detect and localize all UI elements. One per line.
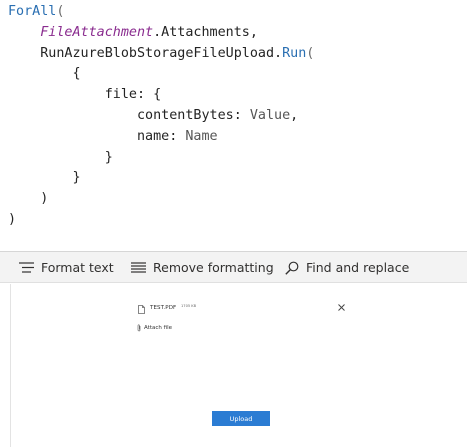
formula-editor[interactable]: ForAll( FileAttachment.Attachments, RunA…: [0, 0, 467, 252]
file-size: 1705 KB: [181, 304, 197, 308]
find-replace-button[interactable]: Find and replace: [285, 259, 409, 276]
code-token: {: [8, 66, 81, 82]
code-token: FileAttachment: [40, 24, 154, 40]
attach-file-label: Attach file: [144, 324, 172, 331]
code-token: (: [56, 4, 65, 19]
code-token: ): [8, 211, 17, 227]
format-text-icon: [19, 262, 34, 273]
code-token: ): [8, 191, 49, 207]
code-token: ,: [290, 107, 299, 123]
format-text-label: Format text: [41, 260, 114, 275]
formula-code[interactable]: ForAll( FileAttachment.Attachments, RunA…: [8, 2, 314, 231]
code-token: (: [306, 45, 315, 61]
code-token: }: [8, 170, 81, 186]
code-token: .: [274, 45, 283, 61]
find-replace-label: Find and replace: [306, 260, 410, 275]
close-icon[interactable]: [338, 304, 345, 311]
remove-formatting-label: Remove formatting: [153, 260, 274, 275]
code-token: Name: [185, 128, 218, 144]
code-token: RunAzureBlobStorageFileUpload: [40, 45, 275, 61]
formula-toolbar: Format text Remove formatting Find and r…: [0, 252, 467, 283]
remove-formatting-button[interactable]: Remove formatting: [131, 259, 274, 276]
attached-file: TEST.PDF 1705 KB: [138, 304, 348, 316]
search-icon: [285, 261, 299, 275]
file-icon: [138, 305, 145, 314]
code-token: Value: [249, 107, 291, 123]
code-token: name:: [8, 128, 186, 144]
code-token: }: [8, 149, 113, 165]
code-token: Run: [282, 45, 307, 61]
upload-button[interactable]: Upload: [212, 411, 270, 426]
code-token: ForAll: [8, 4, 57, 19]
code-token: .Attachments,: [153, 24, 258, 40]
code-token: contentBytes:: [8, 107, 250, 123]
paperclip-icon: [137, 324, 141, 331]
remove-formatting-icon: [131, 262, 146, 273]
format-text-button[interactable]: Format text: [19, 259, 114, 276]
app-canvas: TEST.PDF 1705 KB Attach file Upload: [10, 284, 467, 447]
code-token: file: {: [8, 87, 162, 103]
file-name: TEST.PDF: [150, 305, 177, 311]
attach-file-button[interactable]: Attach file: [137, 323, 172, 332]
